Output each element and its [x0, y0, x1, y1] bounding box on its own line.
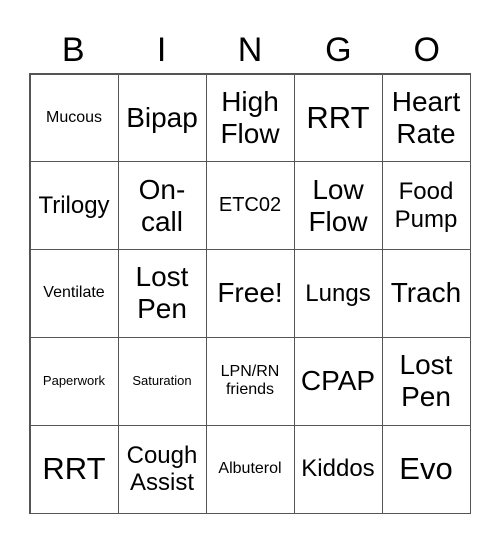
header-letter-i: I [156, 31, 167, 69]
bingo-cell-text: Albuterol [218, 459, 282, 477]
bingo-cell[interactable]: Bipap [117, 73, 207, 163]
bingo-cell[interactable]: RRT [29, 424, 119, 514]
bingo-cell-text: Free! [217, 277, 283, 309]
bingo-cell[interactable]: Albuterol [205, 424, 295, 514]
bingo-cell[interactable]: Lost Pen [381, 336, 471, 426]
bingo-cell[interactable]: Kiddos [293, 424, 383, 514]
bingo-cell[interactable]: Paperwork [29, 336, 119, 426]
bingo-cell[interactable]: Saturation [117, 336, 207, 426]
bingo-cell-text: Bipap [126, 101, 198, 133]
bingo-cell-text: Trilogy [38, 191, 110, 219]
header-letter-n: N [237, 31, 263, 69]
bingo-cell[interactable]: CPAP [293, 336, 383, 426]
bingo-cell[interactable]: High Flow [205, 73, 295, 163]
bingo-cell[interactable]: ETC02 [205, 161, 295, 251]
bingo-cell-text: Mucous [45, 108, 103, 126]
bingo-cell[interactable]: Lungs [293, 249, 383, 338]
bingo-cell-text: Low Flow [308, 173, 368, 237]
bingo-cell-text: Heart Rate [391, 85, 461, 149]
bingo-cell[interactable]: Heart Rate [381, 73, 471, 163]
bingo-cell-text: Trach [390, 277, 462, 309]
bingo-cell[interactable]: Free! [205, 249, 295, 338]
bingo-cell-text: RRT [42, 451, 106, 487]
bingo-cell[interactable]: Trach [381, 249, 471, 338]
bingo-cell-text: Lost Pen [399, 349, 453, 413]
bingo-cell[interactable]: Mucous [29, 73, 119, 163]
bingo-cell-text: Lungs [305, 279, 371, 307]
bingo-cell-text: ETC02 [218, 194, 282, 217]
bingo-cell-text: Cough Assist [126, 441, 198, 497]
bingo-cell[interactable]: Trilogy [29, 161, 119, 251]
header-letter-o: O [413, 31, 440, 69]
bingo-cell-text: Lost Pen [135, 261, 189, 325]
header-letter-g: G [325, 31, 352, 69]
bingo-cell-text: On-call [138, 173, 186, 237]
bingo-cell-text: Ventilate [43, 284, 105, 302]
bingo-cell[interactable]: LPN/RN friends [205, 336, 295, 426]
bingo-cell-text: High Flow [220, 85, 280, 149]
bingo-header: B I N G O [29, 28, 471, 72]
bingo-cell-text: Evo [399, 451, 453, 487]
bingo-cell[interactable]: Ventilate [29, 249, 119, 338]
bingo-cell-text: Food Pump [394, 178, 458, 233]
bingo-cell-text: Kiddos [301, 455, 375, 483]
bingo-cell[interactable]: On-call [117, 161, 207, 251]
bingo-cell-text: Paperwork [42, 372, 106, 388]
bingo-cell[interactable]: Lost Pen [117, 249, 207, 338]
bingo-cell[interactable]: Cough Assist [117, 424, 207, 514]
bingo-cell-text: RRT [306, 100, 370, 136]
bingo-cell[interactable]: RRT [293, 73, 383, 163]
bingo-cell-text: LPN/RN friends [220, 362, 280, 399]
bingo-grid: Mucous Bipap High Flow RRT Heart Rate Trilogy… [29, 73, 471, 514]
bingo-cell-text: Saturation [132, 372, 192, 388]
bingo-cell-text: CPAP [300, 365, 376, 397]
bingo-cell[interactable]: Evo [381, 424, 471, 514]
header-letter-b: B [61, 31, 85, 69]
bingo-cell[interactable]: Low Flow [293, 161, 383, 251]
bingo-cell[interactable]: Food Pump [381, 161, 471, 251]
